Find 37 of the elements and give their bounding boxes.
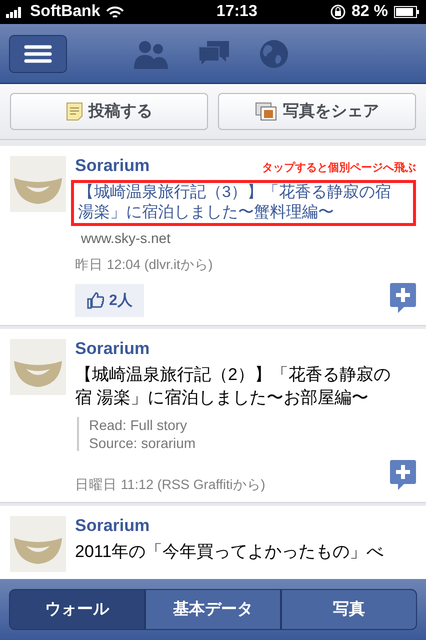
tab[interactable]: ウォール (9, 589, 145, 630)
annotation-note: タップすると個別ページへ飛ぶ (262, 160, 416, 175)
globe-icon[interactable] (259, 38, 289, 68)
tab[interactable]: 写真 (281, 589, 417, 630)
post-button[interactable]: 投稿する (10, 93, 208, 130)
clock-time: 17:13 (215, 3, 258, 21)
link-domain: www.sky-s.net (81, 230, 172, 246)
photos-icon (255, 102, 277, 121)
post-time: 昨日 12:04 (dlvr.itから) (75, 256, 213, 274)
friends-icon[interactable] (133, 38, 169, 68)
plus-icon (390, 459, 416, 491)
rotation-lock-icon (330, 4, 346, 20)
tab[interactable]: 基本データ (145, 589, 281, 630)
battery-percent: 82 % (352, 3, 388, 21)
author-name[interactable]: Sorarium (75, 516, 150, 536)
menu-button[interactable] (9, 34, 67, 72)
carrier-name: SoftBank (30, 3, 100, 21)
menu-icon (24, 44, 52, 64)
thumbs-up-icon (87, 292, 104, 309)
link-title[interactable]: 【城崎温泉旅行記（3）】「花香る静寂の宿湯楽」に宿泊しました〜蟹料理編〜 (78, 183, 396, 223)
photo-button[interactable]: 写真をシェア (218, 93, 416, 130)
signal-icon (6, 6, 24, 18)
author-name[interactable]: Sorarium (75, 156, 150, 176)
logo-icon (10, 156, 66, 212)
plus-icon (390, 282, 416, 314)
post-time: 日曜日 11:12 (RSS Graffitiから) (75, 476, 266, 494)
post-text: 2011年の「今年買ってよかったもの」べ (75, 541, 385, 563)
note-icon (66, 102, 82, 121)
like-button[interactable]: 2人 (75, 284, 144, 317)
quote-line: Read: Full story (89, 417, 188, 433)
battery-icon (394, 6, 420, 18)
post-text: 【城崎温泉旅行記（2）】「花香る静寂の宿 湯楽」に宿泊しました〜お部屋編〜 (75, 364, 392, 409)
quote-line: Source: sorarium (89, 435, 197, 451)
logo-icon (10, 339, 66, 395)
author-name[interactable]: Sorarium (75, 339, 150, 359)
wifi-icon (106, 6, 124, 18)
logo-icon (10, 516, 66, 572)
